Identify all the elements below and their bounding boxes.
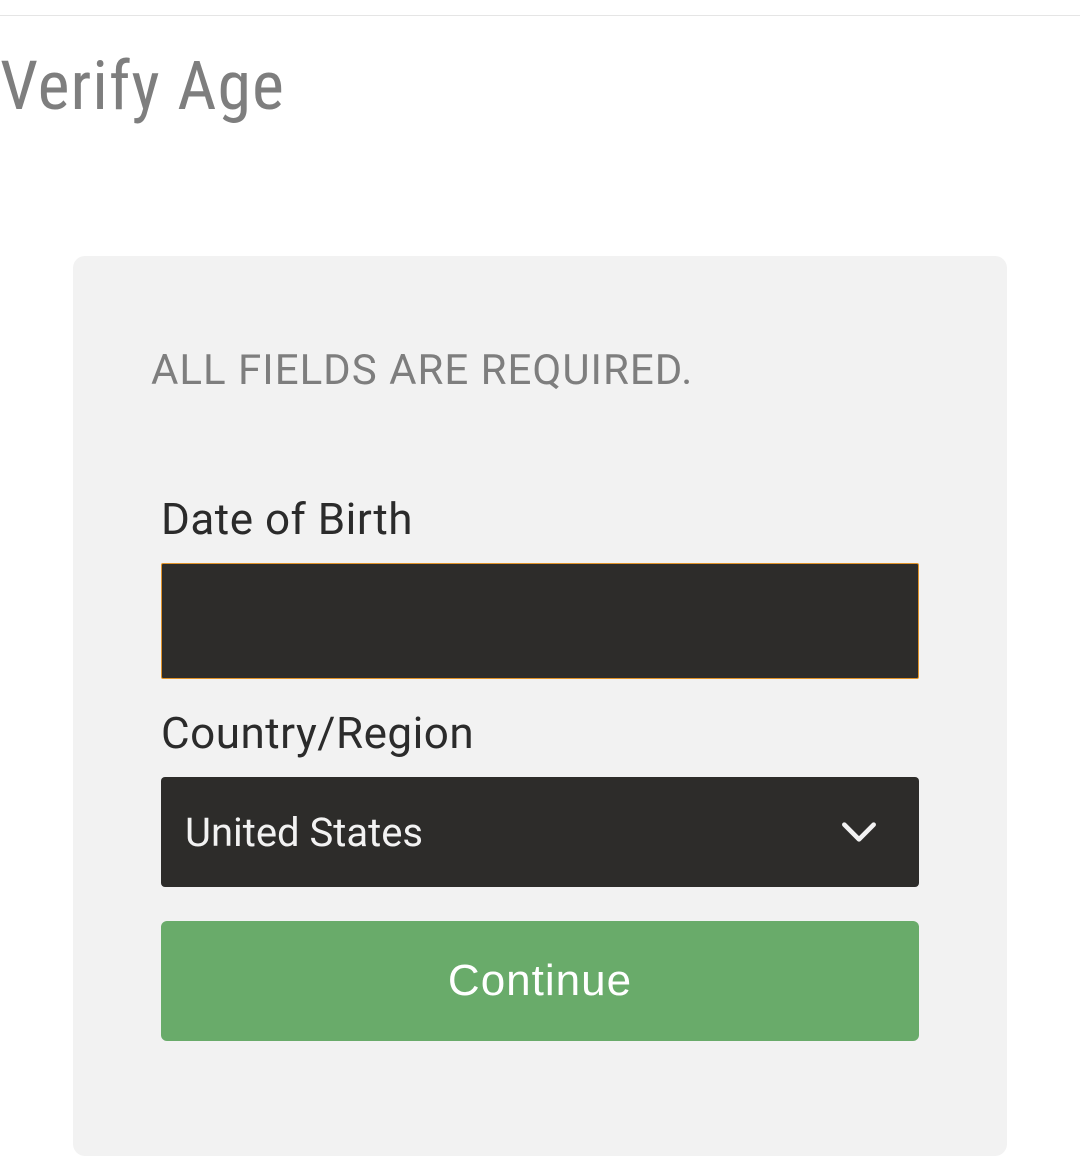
required-fields-note: ALL FIELDS ARE REQUIRED. xyxy=(151,346,919,395)
page-title: Verify Age xyxy=(0,16,1080,126)
country-field-group: Country/Region United States xyxy=(161,707,919,887)
dob-label: Date of Birth xyxy=(161,493,919,545)
dob-input[interactable] xyxy=(161,563,919,679)
country-label: Country/Region xyxy=(161,707,919,759)
top-divider xyxy=(0,0,1080,16)
verify-age-card: ALL FIELDS ARE REQUIRED. Date of Birth C… xyxy=(73,256,1007,1156)
dob-field-group: Date of Birth xyxy=(161,493,919,679)
continue-button[interactable]: Continue xyxy=(161,921,919,1041)
country-selected-value: United States xyxy=(185,809,835,856)
chevron-down-icon xyxy=(835,808,883,856)
country-select[interactable]: United States xyxy=(161,777,919,887)
